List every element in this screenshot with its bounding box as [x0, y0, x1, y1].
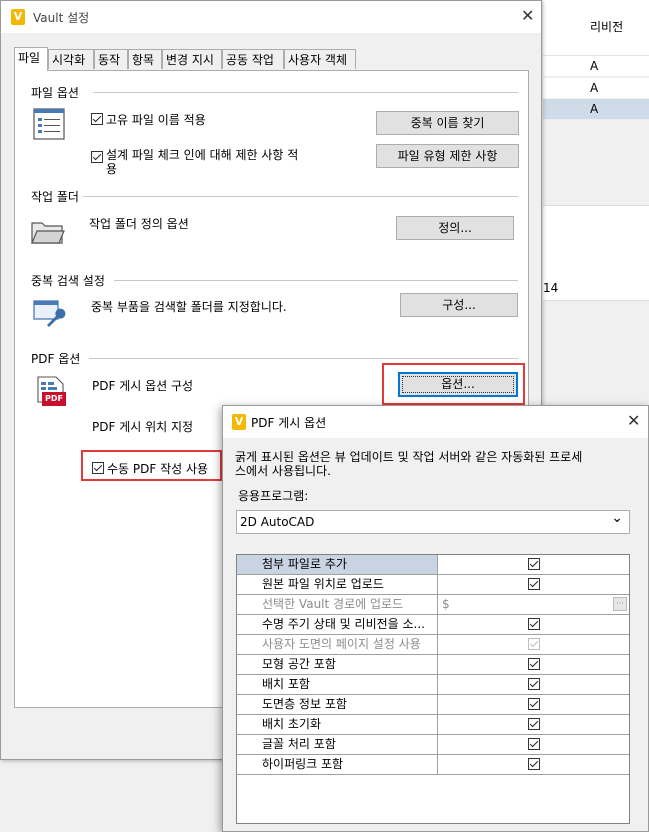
folder-icon	[31, 222, 65, 244]
vault-app-icon: V	[11, 9, 25, 25]
property-checkbox[interactable]	[528, 618, 540, 630]
section-divider	[114, 280, 518, 281]
property-checkbox[interactable]	[528, 578, 540, 590]
annotation-highlight-manual-pdf	[81, 450, 222, 481]
pdf-publish-location-label: PDF 게시 위치 지정	[92, 420, 194, 434]
property-row-layer-info[interactable]: 도면층 정보 포함	[237, 695, 629, 715]
design-checkin-restrict-label: 설계 파일 체크 인에 대해 제한 사항 적	[106, 148, 299, 162]
close-icon[interactable]: ✕	[521, 6, 534, 25]
dialog-titlebar[interactable]: V Vault 설정 ✕	[1, 1, 541, 33]
tab-collaboration[interactable]: 공동 작업	[222, 49, 284, 69]
file-type-restrictions-button[interactable]: 파일 유형 제한 사항	[376, 144, 519, 168]
property-checkbox[interactable]	[528, 718, 540, 730]
search-settings-icon	[33, 300, 66, 327]
dialog-title: PDF 게시 옵션	[251, 416, 327, 430]
unique-filename-label: 고유 파일 이름 적용	[106, 113, 206, 127]
property-label: 도면층 정보 포함	[237, 695, 438, 714]
property-label: 수명 주기 상태 및 리비전을 소...	[237, 615, 438, 634]
property-row-attach[interactable]: 첨부 파일로 추가	[237, 555, 629, 575]
property-checkbox[interactable]	[528, 698, 540, 710]
tab-items[interactable]: 항목	[128, 49, 162, 69]
property-row-hyperlinks[interactable]: 하이퍼링크 포함	[237, 755, 629, 775]
bold-options-note-cont: 스에서 사용됩니다.	[235, 464, 331, 478]
property-checkbox[interactable]	[528, 658, 540, 670]
pdf-badge: PDF	[42, 392, 66, 406]
property-row-upload-vault-path[interactable]: 선택한 Vault 경로에 업로드 $ ···	[237, 595, 629, 615]
property-row-model-space[interactable]: 모형 공간 포함	[237, 655, 629, 675]
pdf-publish-options-dialog: V PDF 게시 옵션 ✕ 굵게 표시된 옵션은 뷰 업데이트 및 작업 서버와…	[222, 405, 649, 832]
tab-custom-objects[interactable]: 사용자 객체	[284, 49, 356, 69]
section-title-working-folder: 작업 폴더	[31, 188, 83, 205]
tab-file[interactable]: 파일	[14, 47, 48, 71]
property-row-font-handling[interactable]: 글꼴 처리 포함	[237, 735, 629, 755]
property-label: 배치 포함	[237, 675, 438, 694]
find-duplicate-names-button[interactable]: 중복 이름 찾기	[376, 111, 519, 135]
application-dropdown[interactable]: 2D AutoCAD ⌄	[236, 510, 630, 534]
application-label: 응용프로그램:	[238, 489, 309, 503]
property-label: 선택한 Vault 경로에 업로드	[237, 595, 438, 614]
property-checkbox[interactable]	[528, 558, 540, 570]
section-title-duplicate-search: 중복 검색 설정	[31, 272, 109, 289]
property-label: 사용자 도면의 페이지 설정 사용	[237, 635, 438, 654]
dialog-title: Vault 설정	[33, 11, 90, 25]
property-checkbox[interactable]	[528, 678, 540, 690]
section-divider	[93, 92, 518, 93]
working-folder-description: 작업 폴더 정의 옵션	[89, 217, 189, 231]
application-dropdown-value: 2D AutoCAD	[240, 515, 315, 529]
unique-filename-checkbox[interactable]	[91, 113, 103, 125]
revision-cell: A	[590, 102, 599, 116]
duplicate-search-description: 중복 부품을 검색할 폴더를 지정합니다.	[91, 300, 287, 314]
file-options-icon	[33, 108, 65, 140]
tab-change-order[interactable]: 변경 지시	[162, 49, 222, 69]
browse-ellipsis-button[interactable]: ···	[613, 597, 627, 611]
property-label: 글꼴 처리 포함	[237, 735, 438, 754]
revision-cell: A	[590, 59, 599, 73]
tab-visualization[interactable]: 시각화	[48, 49, 94, 69]
section-divider	[89, 358, 518, 359]
revision-column-header[interactable]: 리비전	[590, 18, 623, 35]
property-row-layouts[interactable]: 배치 포함	[237, 675, 629, 695]
property-row-page-setup[interactable]: 사용자 도면의 페이지 설정 사용	[237, 635, 629, 655]
property-label: 모형 공간 포함	[237, 655, 438, 674]
property-label: 하이퍼링크 포함	[237, 755, 438, 774]
annotation-highlight-options	[382, 363, 525, 405]
pdf-icon: PDF	[37, 376, 67, 408]
design-checkin-restrict-checkbox[interactable]	[91, 151, 103, 163]
revision-cell: A	[590, 81, 599, 95]
property-row-upload-source[interactable]: 원본 파일 위치로 업로드	[237, 575, 629, 595]
property-grid: 첨부 파일로 추가 원본 파일 위치로 업로드 선택한 Vault 경로에 업로…	[236, 554, 630, 824]
section-divider	[83, 196, 518, 197]
chevron-down-icon: ⌄	[611, 510, 623, 526]
close-icon[interactable]: ✕	[627, 411, 640, 430]
section-title-pdf-options: PDF 옵션	[31, 350, 85, 367]
background-panel: 14	[543, 255, 649, 301]
define-button[interactable]: 정의...	[396, 216, 514, 240]
property-checkbox[interactable]	[528, 638, 540, 650]
pdf-publish-config-label: PDF 게시 옵션 구성	[92, 379, 194, 393]
section-title-file-options: 파일 옵션	[31, 84, 83, 101]
table-row[interactable]: A	[543, 56, 649, 77]
property-checkbox[interactable]	[528, 758, 540, 770]
property-row-layout-init[interactable]: 배치 초기화	[237, 715, 629, 735]
property-row-lifecycle-revision[interactable]: 수명 주기 상태 및 리비전을 소...	[237, 615, 629, 635]
background-value: 14	[543, 281, 559, 295]
vault-app-icon: V	[232, 414, 246, 430]
property-label: 첨부 파일로 추가	[237, 555, 438, 574]
dialog-titlebar[interactable]: V PDF 게시 옵션 ✕	[223, 406, 648, 438]
tab-behavior[interactable]: 동작	[94, 49, 128, 69]
vault-path-value: $	[442, 597, 450, 611]
property-checkbox[interactable]	[528, 738, 540, 750]
design-checkin-restrict-label-cont: 용	[106, 162, 118, 176]
configure-button[interactable]: 구성...	[400, 293, 518, 317]
table-row[interactable]: A	[543, 78, 649, 99]
table-row[interactable]: A	[543, 99, 649, 120]
property-label: 배치 초기화	[237, 715, 438, 734]
property-label: 원본 파일 위치로 업로드	[237, 575, 438, 594]
background-panel	[543, 205, 649, 257]
